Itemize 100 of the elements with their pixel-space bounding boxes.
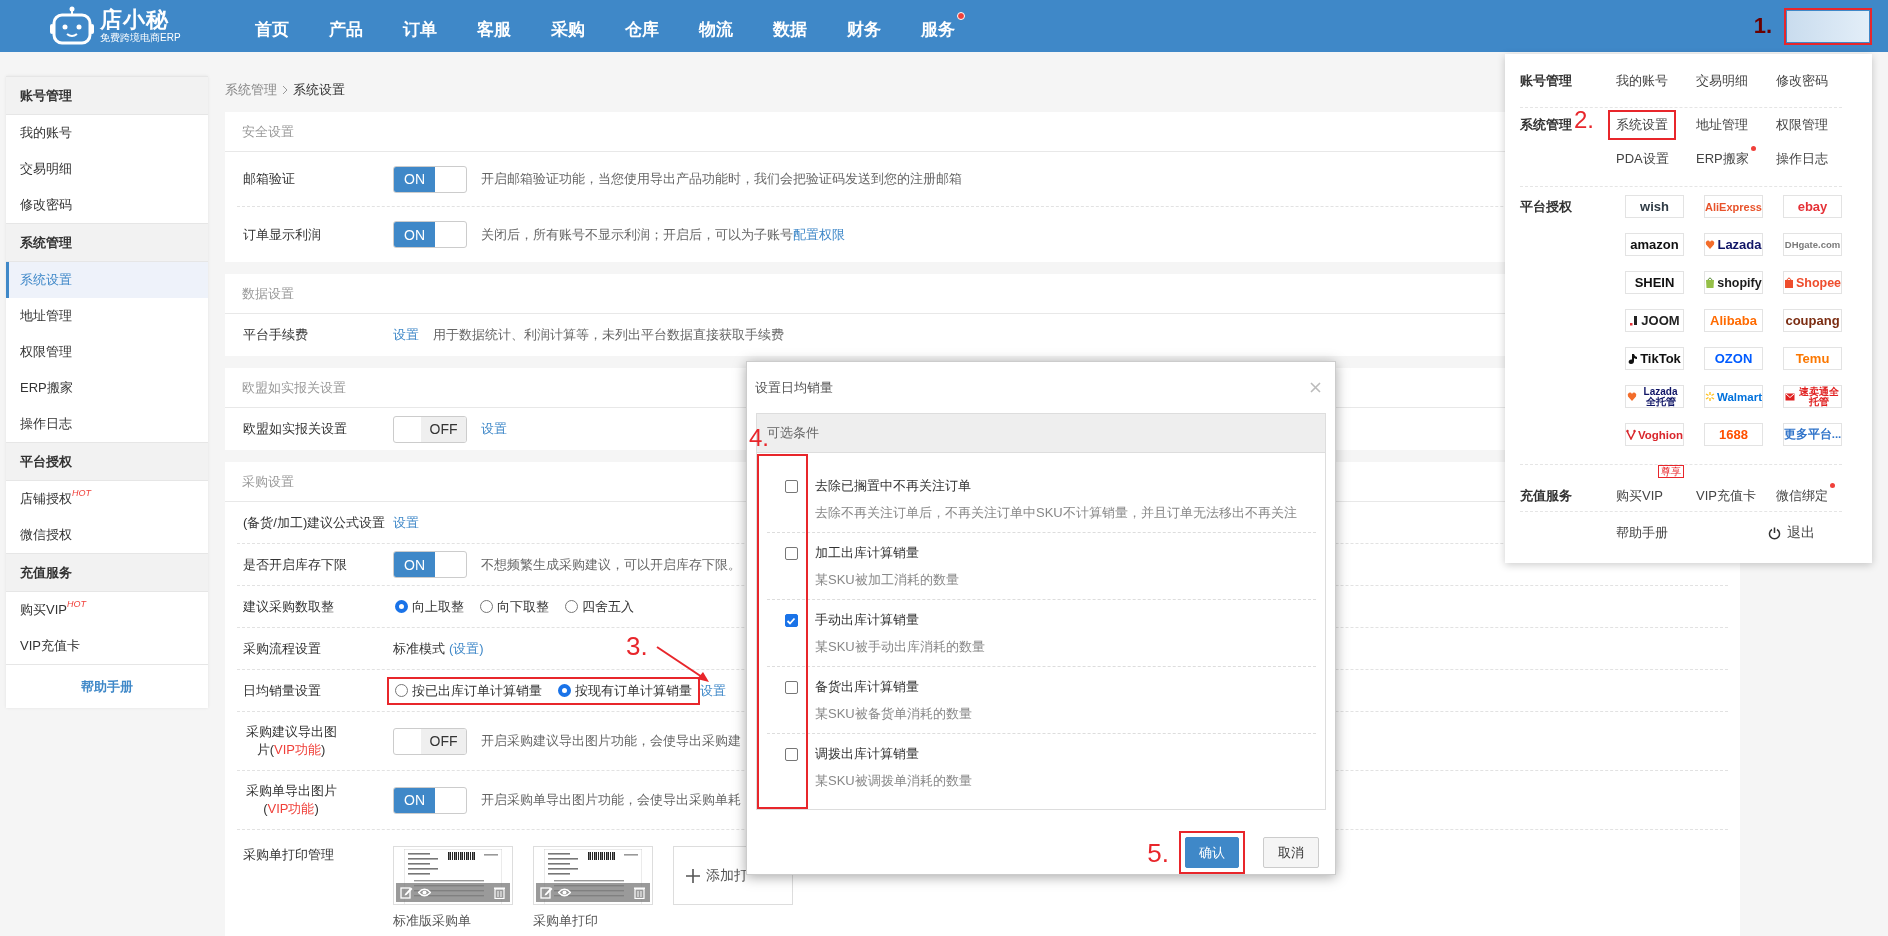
menu-item[interactable]: 交易明细 (1688, 66, 1756, 96)
sidebar-item[interactable]: 操作日志 (6, 406, 208, 442)
sidebar-item[interactable]: 我的账号 (6, 115, 208, 151)
checkbox[interactable] (784, 748, 798, 761)
radio-button[interactable] (558, 684, 571, 697)
nav-item[interactable]: 产品 (328, 11, 373, 41)
setting-description: 开启采购单导出图片功能，会使导出采购单耗 (481, 791, 741, 809)
nav-item[interactable]: 服务 (920, 11, 965, 41)
logout-link[interactable]: 退出 (1768, 524, 1815, 542)
radio-option[interactable]: 向上取整 (395, 597, 464, 616)
sidebar-item[interactable]: 权限管理 (6, 334, 208, 370)
settings-link[interactable]: 设置 (393, 326, 419, 344)
sidebar-item[interactable]: 购买VIP$^{HOT}$ (6, 592, 208, 628)
setting-label: 日均销量设置 (243, 681, 322, 700)
settings-link[interactable]: 设置 (481, 420, 507, 438)
settings-link[interactable]: 设置 (700, 681, 726, 700)
nav-item[interactable]: 订单 (402, 11, 447, 41)
toggle-switch[interactable]: OFF (393, 415, 467, 443)
radio-option[interactable]: 按已出库订单计算销量 (395, 681, 542, 700)
platform-logo[interactable]: ebay (1783, 195, 1842, 218)
sidebar-item[interactable]: 修改密码 (6, 187, 208, 223)
radio-button[interactable] (480, 600, 493, 613)
platform-logo[interactable]: amazon (1625, 233, 1684, 256)
platform-logo[interactable]: OZON (1704, 347, 1763, 370)
platform-logo[interactable]: shopify (1704, 271, 1763, 294)
option-title: 备货出库计算销量 (815, 678, 920, 696)
setting-label: (备货/加工)建议公式设置 (243, 513, 387, 532)
platform-logo[interactable]: coupang (1783, 309, 1842, 332)
nav-item[interactable]: 财务 (846, 11, 891, 41)
radio-option[interactable]: 按现有订单计算销量 (558, 681, 692, 700)
menu-item[interactable]: 微信绑定 (1768, 481, 1836, 511)
sidebar-item[interactable]: ERP搬家 (6, 370, 208, 406)
setting-label: 采购流程设置 (243, 639, 322, 658)
sidebar-item[interactable]: 微信授权 (6, 517, 208, 553)
platform-logo[interactable]: Lazada全托管 (1625, 385, 1684, 408)
trash-icon (493, 886, 506, 899)
radio-button[interactable] (395, 600, 408, 613)
settings-link[interactable]: (设置) (449, 639, 484, 658)
radio-option[interactable]: 四舍五入 (565, 597, 634, 616)
platform-logo[interactable]: Voghion (1625, 423, 1684, 446)
edit-icon (540, 886, 553, 899)
toggle-switch[interactable]: ON (393, 786, 467, 814)
cancel-button[interactable]: 取消 (1263, 837, 1319, 868)
menu-item[interactable]: 操作日志 (1768, 144, 1836, 174)
notification-dot (1830, 483, 1835, 488)
template-thumbnail[interactable] (393, 846, 513, 905)
checkbox[interactable] (784, 547, 798, 560)
nav-item[interactable]: 采购 (550, 11, 595, 41)
checkbox[interactable] (784, 480, 798, 493)
toggle-switch[interactable]: ON (393, 221, 467, 248)
setting-label: 订单显示利润 (243, 225, 322, 244)
sidebar-heading: 充值服务 (6, 553, 208, 592)
nav-item[interactable]: 首页 (254, 11, 299, 41)
toggle-switch[interactable]: ON (393, 551, 467, 578)
sidebar-item[interactable]: 交易明细 (6, 151, 208, 187)
platform-logo[interactable]: TikTok (1625, 347, 1684, 370)
sidebar-item[interactable]: 店铺授权$^{HOT}$ (6, 481, 208, 517)
platform-logo[interactable]: Lazada (1704, 233, 1763, 256)
annotation-number: 5. (1147, 839, 1169, 866)
toggle-switch[interactable]: ON (393, 165, 467, 193)
radio-button[interactable] (395, 684, 408, 697)
edit-icon (400, 886, 413, 899)
checkbox[interactable] (784, 614, 798, 627)
help-link[interactable]: 帮助手册 (6, 664, 208, 708)
nav-item[interactable]: 物流 (698, 11, 743, 41)
nav-item[interactable]: 仓库 (624, 11, 669, 41)
menu-item[interactable]: 权限管理 (1768, 110, 1836, 140)
checkbox[interactable] (784, 681, 798, 694)
settings-link[interactable]: 设置 (393, 513, 419, 532)
platform-logo[interactable]: 速卖通全托管 (1783, 385, 1842, 408)
plus-icon (686, 868, 700, 883)
sidebar-item[interactable]: VIP充值卡 (6, 628, 208, 664)
help-link[interactable]: 帮助手册 (1616, 523, 1668, 543)
option-description: 某SKU被备货单消耗的数量 (815, 705, 972, 723)
settings-link[interactable]: 配置权限 (793, 225, 845, 244)
sidebar-item[interactable]: 系统设置 (6, 262, 208, 298)
option-title: 去除已搁置中不再关注订单 (815, 477, 972, 495)
platform-logo[interactable]: 更多平台... (1783, 423, 1842, 446)
platform-logo[interactable]: Shopee (1783, 271, 1842, 294)
toggle-switch[interactable]: OFF (393, 727, 467, 755)
setting-label: 采购建议导出图片(VIP功能) (244, 723, 338, 759)
platform-logo[interactable]: JOOM (1625, 309, 1684, 332)
annotation-number: 3. (626, 633, 648, 659)
template-caption: 采购单打印 (533, 912, 599, 930)
radio-button[interactable] (565, 600, 578, 613)
platform-logo[interactable]: DHgate.com (1783, 233, 1842, 256)
template-thumbnail[interactable] (533, 846, 653, 905)
menu-item[interactable]: 系统设置 (1608, 110, 1676, 140)
setting-label: 是否开启库存下限 (243, 555, 348, 574)
sidebar-item[interactable]: 地址管理 (6, 298, 208, 334)
platform-logo[interactable]: AliExpress (1704, 195, 1763, 218)
nav-item[interactable]: 客服 (476, 11, 521, 41)
nav-item[interactable]: 数据 (772, 11, 817, 41)
radio-option[interactable]: 向下取整 (480, 597, 549, 616)
menu-item[interactable]: 我的账号 (1608, 66, 1676, 96)
platform-logo[interactable]: Walmart (1704, 385, 1763, 408)
platform-logo[interactable]: wish (1625, 195, 1684, 218)
menu-item[interactable]: 修改密码 (1768, 66, 1836, 96)
platform-logo[interactable]: SHEIN (1625, 271, 1684, 294)
confirm-button[interactable]: 确认 (1185, 837, 1239, 868)
